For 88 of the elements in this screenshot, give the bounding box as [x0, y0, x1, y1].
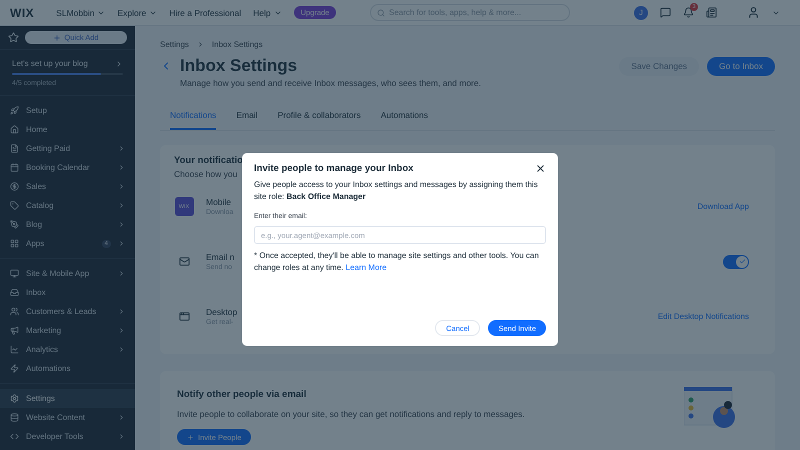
chevron-icon[interactable] — [115, 60, 123, 68]
sidebar-item[interactable]: Blog — [0, 215, 135, 234]
breadcrumb[interactable]: Inbox Settings — [212, 40, 263, 49]
lightning-icon — [10, 364, 19, 373]
pen-icon — [10, 220, 19, 229]
settings-icon — [10, 394, 19, 403]
action-link[interactable]: Download App — [697, 202, 749, 211]
breadcrumb[interactable]: Settings — [160, 40, 189, 49]
logo[interactable]: WIX — [10, 6, 34, 20]
tab[interactable]: Notifications — [170, 110, 216, 130]
news-icon[interactable] — [706, 7, 717, 18]
search-icon — [377, 8, 385, 16]
document-icon — [10, 144, 19, 153]
window-icon — [178, 311, 190, 322]
plus-icon — [187, 434, 194, 440]
sidebar-item[interactable]: Booking Calendar — [0, 158, 135, 177]
dialog-title: Invite people to manage your Inbox — [254, 163, 414, 174]
rocket-icon — [10, 106, 19, 115]
card-title: Notify other people via email — [177, 389, 306, 400]
row-title: Desktop — [206, 307, 238, 317]
sidebar-item[interactable]: Customers & Leads — [0, 302, 135, 321]
page-subtitle: Manage how you send and receive Inbox messages, who sees them, and more. — [180, 78, 482, 88]
tag-icon — [10, 201, 19, 210]
sidebar-item[interactable]: Home — [0, 120, 135, 139]
card-text: Invite people to collaborate on your site, so they can get notifications and reply to messages. — [177, 409, 525, 419]
sidebar-item[interactable]: Setup — [0, 101, 135, 120]
sidebar-item[interactable]: Marketing — [0, 321, 135, 340]
sidebar-item[interactable]: Catalog — [0, 196, 135, 215]
sidebar-item[interactable]: Settings — [0, 389, 135, 408]
row-title: Email n — [206, 252, 234, 262]
chevron-icon — [118, 327, 125, 334]
sidebar-item[interactable]: Site & Mobile App — [0, 264, 135, 283]
chevron-icon — [118, 270, 125, 277]
megaphone-icon — [10, 326, 19, 335]
row-title: Mobile — [206, 197, 232, 207]
learn-more-link[interactable]: Learn More — [346, 263, 387, 272]
primary-button[interactable]: Go to Inbox — [707, 56, 775, 76]
chevron-icon — [118, 433, 125, 440]
grid-icon — [10, 239, 19, 248]
dialog-text: Give people access to your Inbox settings and messages by assigning them this site role: Back Office Manager — [254, 179, 539, 203]
chevron-icon — [196, 41, 204, 48]
nav-link[interactable]: Explore — [117, 8, 158, 18]
sidebar-item[interactable]: Developer Tools — [0, 427, 135, 446]
tab[interactable]: Profile & collaborators — [278, 110, 361, 130]
card-subtitle: Choose how you — [174, 169, 238, 179]
chat-icon[interactable] — [660, 7, 671, 18]
setup-title[interactable]: Let's set up your blog — [12, 59, 88, 68]
dialog-note: * Once accepted, they'll be able to manage site settings and other tools. You can change roles at any time. Learn More — [254, 250, 540, 274]
tab[interactable]: Automations — [380, 110, 428, 130]
people-icon — [10, 307, 19, 316]
home-icon — [10, 125, 19, 134]
profile-icon[interactable] — [747, 6, 760, 19]
card-title: Your notificatio — [174, 155, 243, 166]
tab[interactable]: Email — [236, 110, 258, 130]
chevron-icon — [118, 221, 125, 228]
dollar-icon — [10, 182, 19, 191]
chevron-icon — [118, 183, 125, 190]
sidebar-item[interactable]: Sales — [0, 177, 135, 196]
star-icon[interactable] — [8, 32, 19, 43]
site-menu[interactable]: SLMobbin — [56, 8, 106, 18]
plus-icon — [53, 34, 62, 42]
sidebar-item[interactable]: Website Content — [0, 408, 135, 427]
code-icon — [10, 432, 19, 441]
sidebar-item[interactable]: Analytics — [0, 340, 135, 359]
chevron-icon — [118, 145, 125, 152]
chevron-icon — [118, 164, 125, 171]
chevron-icon — [118, 414, 125, 421]
sidebar-item[interactable]: Inbox — [0, 283, 135, 302]
chevron-icon — [118, 346, 125, 353]
mail-icon — [178, 256, 190, 267]
action-link[interactable]: Edit Desktop Notifications — [658, 312, 749, 321]
chart-icon — [10, 345, 19, 354]
chevron-icon — [118, 308, 125, 315]
monitor-icon — [10, 269, 19, 278]
calendar-icon — [10, 163, 19, 172]
page-title: Inbox Settings — [180, 56, 298, 76]
chevron-icon — [118, 202, 125, 209]
toggle-switch[interactable] — [723, 254, 749, 268]
database-icon — [10, 413, 19, 422]
nav-link[interactable]: Hire a Professional — [169, 8, 242, 18]
check-icon — [738, 258, 746, 265]
sidebar-item[interactable]: Automations — [0, 359, 135, 378]
close-button[interactable] — [535, 163, 546, 174]
nav-link[interactable]: Help — [253, 8, 282, 18]
inbox-icon — [10, 288, 19, 297]
chevron-icon — [118, 240, 125, 247]
bell-icon[interactable] — [683, 7, 694, 18]
sidebar-item[interactable]: Getting Paid — [0, 139, 135, 158]
